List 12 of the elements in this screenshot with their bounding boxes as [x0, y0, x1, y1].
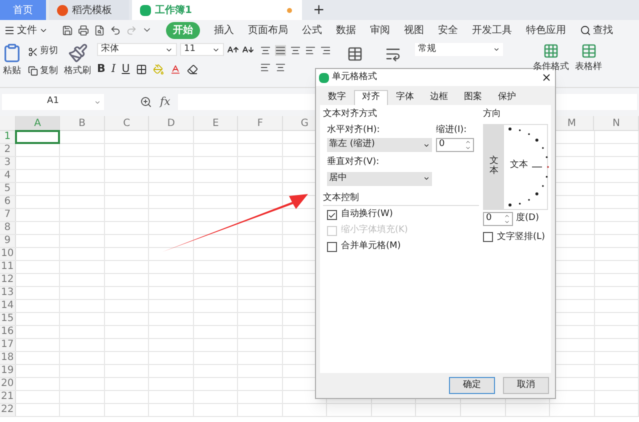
checkbox-label: 缩小字体填充(K) [341, 224, 408, 238]
field-label: 度(D) [516, 212, 539, 225]
checkbox-label: 自动换行(W) [341, 208, 393, 222]
dialog-title: 单元格格式 [332, 70, 377, 84]
section-heading: 文本控制 [323, 192, 479, 206]
dial-text: 文本 [510, 158, 528, 172]
field-label: 垂直对齐(V): [326, 156, 380, 169]
section-heading: 方向 [483, 108, 502, 121]
field-label: 水平对齐(H): [327, 124, 381, 136]
checkbox-label: 文字竖排(L) [497, 230, 546, 244]
checkbox-label: 合并单元格(M) [341, 240, 401, 254]
field-label: 缩进(I): [436, 124, 468, 136]
